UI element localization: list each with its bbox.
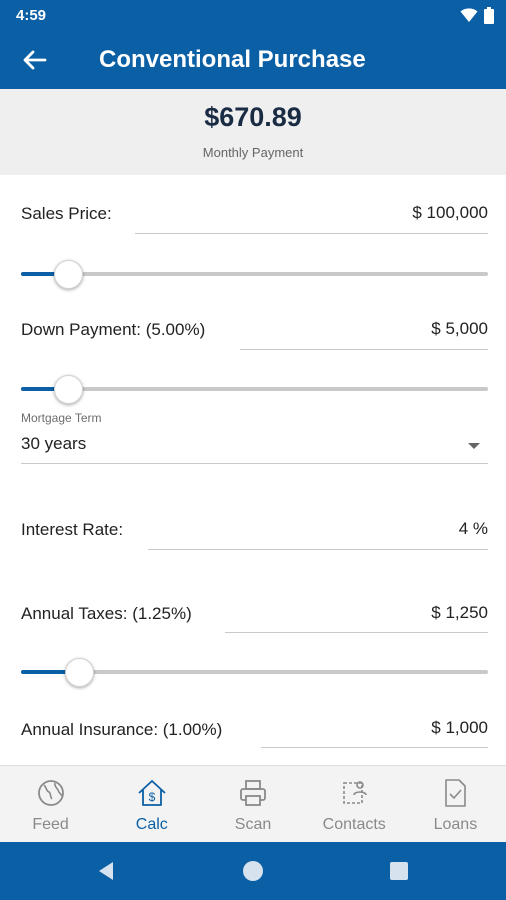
document-check-icon (445, 779, 467, 807)
annual-insurance-label: Annual Insurance: (1.00%) (21, 720, 223, 739)
nav-item-loans[interactable]: Loans (405, 766, 506, 842)
annual-insurance-input[interactable]: $ 1,000 (431, 718, 488, 738)
annual-taxes-input[interactable]: $ 1,250 (431, 603, 488, 623)
interest-rate-underline (148, 549, 488, 550)
interest-rate-label: Interest Rate: (21, 520, 124, 539)
interest-rate-input[interactable]: 4 % (459, 519, 488, 539)
svg-text:$: $ (148, 790, 155, 804)
arrow-left-icon (23, 50, 47, 70)
down-payment-label: Down Payment: (5.00%) (21, 320, 206, 339)
slider-thumb[interactable] (65, 658, 95, 687)
nav-item-scan[interactable]: Scan (202, 766, 303, 842)
system-nav-bar (0, 842, 506, 900)
sales-price-input[interactable]: $ 100,000 (412, 203, 488, 223)
house-dollar-icon: $ (138, 780, 166, 806)
sales-price-underline (135, 233, 488, 234)
slider-thumb[interactable] (53, 375, 83, 404)
printer-icon (240, 780, 266, 806)
wifi-icon (460, 8, 478, 22)
sales-price-slider[interactable] (21, 259, 488, 289)
annual-taxes-slider[interactable] (21, 657, 488, 687)
down-payment-underline (240, 349, 488, 350)
system-recents-button[interactable] (384, 856, 414, 886)
status-bar: 4:59 (0, 0, 506, 31)
mortgage-term-label: Mortgage Term (21, 411, 102, 425)
circle-home-icon (243, 861, 263, 881)
triangle-back-icon (99, 862, 113, 880)
mortgage-term-underline (21, 463, 488, 464)
annual-insurance-underline (261, 747, 488, 748)
nav-label-calc: Calc (135, 816, 168, 833)
contacts-icon (343, 781, 368, 804)
nav-label-loans: Loans (433, 816, 478, 833)
nav-item-feed[interactable]: Feed (0, 766, 101, 842)
system-back-button[interactable] (91, 856, 121, 886)
payment-summary: $670.89 Monthly Payment (0, 89, 506, 175)
monthly-payment-label: Monthly Payment (202, 145, 304, 160)
slider-track (21, 387, 488, 391)
globe-icon (37, 780, 64, 806)
slider-thumb[interactable] (53, 260, 83, 289)
status-time: 4:59 (16, 7, 47, 24)
page-title: Conventional Purchase (99, 46, 366, 73)
nav-item-calc[interactable]: $ Calc (101, 766, 202, 842)
nav-label-scan: Scan (234, 816, 272, 833)
square-recents-icon (390, 862, 408, 880)
app-bar: Conventional Purchase (0, 31, 506, 89)
dropdown-arrow-icon (468, 443, 480, 449)
down-payment-slider[interactable] (21, 374, 488, 404)
back-button[interactable] (18, 43, 52, 77)
slider-track (21, 272, 488, 276)
annual-taxes-label: Annual Taxes: (1.25%) (21, 604, 192, 623)
down-payment-input[interactable]: $ 5,000 (431, 319, 488, 339)
nav-item-contacts[interactable]: Contacts (304, 766, 405, 842)
calculator-form[interactable]: Sales Price: $ 100,000 Down Payment: (5.… (0, 175, 506, 765)
nav-label-contacts: Contacts (322, 816, 386, 833)
battery-icon (484, 7, 494, 24)
monthly-payment-amount: $670.89 (204, 102, 302, 132)
bottom-nav: Feed $ Calc Scan Contacts Loans (0, 765, 506, 842)
mortgage-term-value: 30 years (21, 434, 87, 453)
nav-label-feed: Feed (32, 816, 69, 833)
system-home-button[interactable] (238, 856, 268, 886)
mortgage-term-dropdown[interactable]: 30 years (21, 430, 488, 464)
annual-taxes-underline (225, 632, 488, 633)
sales-price-label: Sales Price: (21, 204, 112, 223)
status-icons (460, 7, 494, 24)
